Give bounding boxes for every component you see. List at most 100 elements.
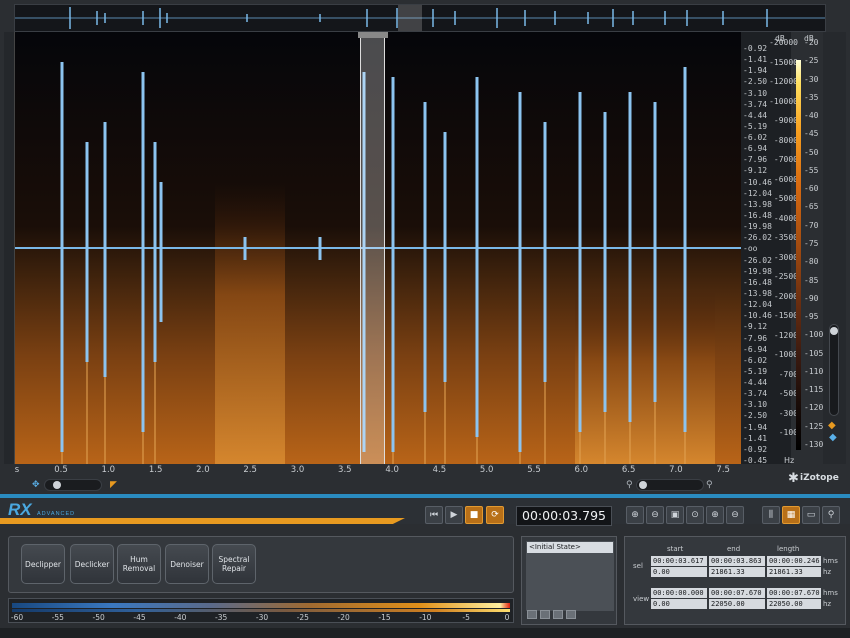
meter-tick: -55 [51, 613, 64, 622]
level-meter: -60 -55 -50 -45 -40 -35 -30 -25 -20 -15 -10 -5 0 [8, 598, 514, 623]
right-control-rail: ◆ ◆ [823, 32, 846, 464]
time-tick: 5.5 [527, 465, 541, 475]
zoom-in-small-icon[interactable]: ⚲ [706, 480, 713, 490]
horizontal-zoom-icon[interactable]: ✥ [32, 480, 40, 490]
frequency-tick: -9000 [773, 116, 798, 125]
loop-button[interactable]: ⟳ [486, 506, 504, 524]
history-button-4[interactable] [566, 610, 576, 619]
view-start-hms[interactable]: 00:00:00.000 [651, 588, 707, 598]
left-scroll-rail[interactable] [4, 32, 14, 464]
history-button-1[interactable] [527, 610, 537, 619]
search-button[interactable]: ⚲ [822, 506, 840, 524]
search-icon: ⚲ [827, 510, 835, 520]
frequency-unit: Hz [784, 456, 795, 465]
time-zoom-knob[interactable] [639, 481, 647, 489]
zoom-vertical-out-button[interactable]: ⊖ [726, 506, 744, 524]
spectrogram-view-button[interactable]: ▦ [782, 506, 800, 524]
frequency-tick: -2000 [773, 291, 798, 301]
frequency-tick: -5000 [773, 194, 798, 203]
view-length-hz[interactable]: 22050.00 [767, 599, 821, 609]
meter-tick: -20 [337, 613, 350, 622]
history-list[interactable]: <Initial State> [526, 541, 614, 611]
color-scale-icon[interactable]: ◆ [828, 420, 836, 431]
spectrogram-waveform-view[interactable] [14, 32, 741, 464]
history-button-3[interactable] [553, 610, 563, 619]
frequency-tick: -1000 [773, 350, 798, 359]
vertical-zoom-knob[interactable] [830, 327, 838, 335]
selection-region[interactable] [360, 32, 385, 464]
time-tick: s [14, 465, 20, 475]
zoom-out-button[interactable]: ⊖ [646, 506, 664, 524]
denoiser-button[interactable]: Denoiser [165, 544, 209, 584]
meter-tick: -40 [174, 613, 187, 622]
spectral-repair-button[interactable]: Spectral Repair [212, 544, 256, 584]
time-tick: 3.5 [338, 465, 352, 475]
spectrogram-view-icon: ▦ [786, 510, 796, 520]
meter-bar-left [12, 603, 510, 608]
overview-waveform[interactable] [14, 4, 826, 32]
zoom-in-button[interactable]: ⊕ [626, 506, 644, 524]
sel-end-hz[interactable]: 21861.33 [709, 567, 765, 577]
time-tick: 1.0 [101, 465, 116, 475]
view-start-hz[interactable]: 0.00 [651, 599, 707, 609]
zoom-out-icon: ⊖ [651, 510, 659, 520]
zoom-fit-button[interactable]: ⊙ [686, 506, 704, 524]
meter-scale: -60 -55 -50 -45 -40 -35 -30 -25 -20 -15 -10 -5 0 [9, 613, 515, 623]
overview-selection[interactable] [398, 5, 422, 31]
zoom-vertical-out-icon: ⊖ [731, 510, 739, 520]
sel-start-hms[interactable]: 00:00:03.617 [651, 556, 707, 566]
time-zoom-slider[interactable] [636, 479, 704, 491]
db-tick: -75 [804, 239, 819, 248]
history-item[interactable]: <Initial State> [527, 542, 613, 553]
db-tick: -65 [804, 202, 819, 212]
view-length-hms[interactable]: 00:00:07.670 [767, 588, 821, 598]
db-tick: -60 [804, 184, 819, 194]
sel-start-hz[interactable]: 0.00 [651, 567, 707, 577]
db-tick: -110 [804, 366, 824, 376]
time-tick: 3.0 [290, 465, 305, 475]
brand-logo: iZotope [800, 473, 839, 483]
waveform-scale-icon[interactable]: ◆ [829, 432, 837, 443]
view-end-hz[interactable]: 22050.00 [709, 599, 765, 609]
toggle-view-button[interactable]: ▭ [802, 506, 820, 524]
db-tick: -95 [804, 312, 819, 322]
view-end-hms[interactable]: 00:00:07.670 [709, 588, 765, 598]
waveform-view-button[interactable]: ⫼ [762, 506, 780, 524]
waveform-view-icon: ⫼ [768, 510, 774, 520]
db-tick: -30 [804, 74, 819, 84]
horizontal-zoom-knob[interactable] [53, 481, 61, 489]
sel-unit-hms: hms [823, 557, 838, 565]
stop-button[interactable]: ■ [465, 506, 483, 524]
sel-length-hms[interactable]: 00:00:00.246 [767, 556, 821, 566]
sel-length-hz[interactable]: 21861.33 [767, 567, 821, 577]
meter-tick: -15 [378, 613, 391, 622]
selection-handle[interactable] [358, 32, 388, 38]
accent-line-blue [0, 494, 850, 498]
time-tick: 1.5 [148, 465, 163, 475]
declipper-button[interactable]: Declipper [21, 544, 65, 584]
time-tick: 2.0 [196, 465, 210, 475]
declicker-button[interactable]: Declicker [70, 544, 114, 584]
header-end: end [727, 545, 741, 553]
horizontal-zoom-slider[interactable] [44, 479, 102, 491]
skip-start-button[interactable]: ⏮ [425, 506, 443, 524]
time-tick: 5.0 [479, 465, 494, 475]
frequency-tick: -1200 [773, 330, 798, 340]
module-panel: Declipper Declicker Hum Removal Denoiser… [8, 536, 514, 593]
history-button-2[interactable] [540, 610, 550, 619]
sel-label: sel [633, 562, 643, 570]
meter-tick: -35 [215, 613, 228, 622]
zoom-out-small-icon[interactable]: ⚲ [626, 480, 633, 490]
zoom-vertical-in-button[interactable]: ⊕ [706, 506, 724, 524]
frequency-tick: -3500 [773, 233, 798, 242]
hum-removal-button[interactable]: Hum Removal [117, 544, 161, 584]
zoom-selection-button[interactable]: ▣ [666, 506, 684, 524]
vertical-zoom-slider[interactable] [829, 324, 839, 416]
db-tick: -90 [804, 293, 819, 303]
frequency-tick: -12000 [769, 77, 798, 86]
play-button[interactable]: ▶ [445, 506, 463, 524]
view-unit-hz: hz [823, 600, 832, 608]
db-tick: -25 [804, 56, 819, 66]
sel-end-hms[interactable]: 00:00:03.863 [709, 556, 765, 566]
spectrogram-settings-icon[interactable]: ◤ [110, 480, 117, 490]
